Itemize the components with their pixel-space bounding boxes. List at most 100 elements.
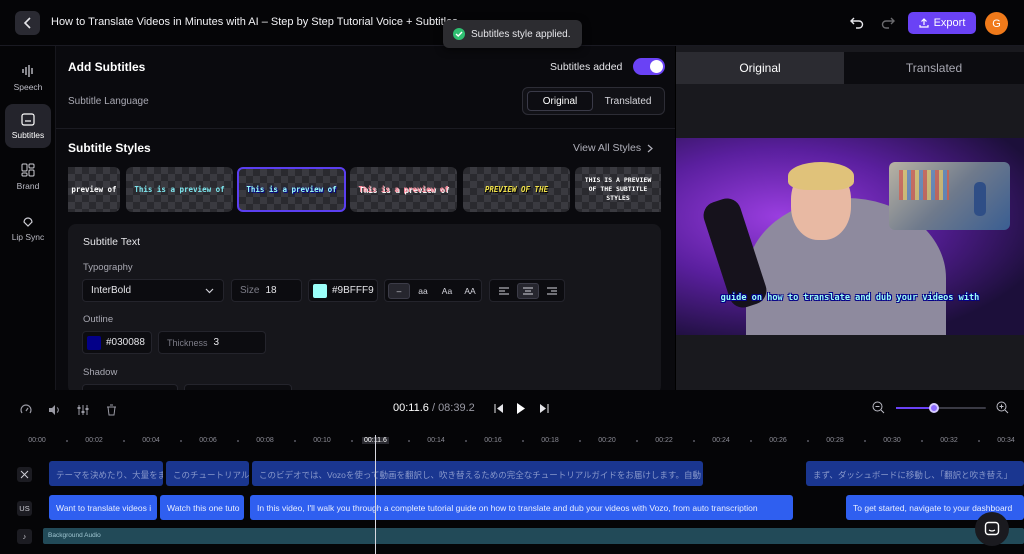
outline-color-input[interactable]: #030088 [82, 331, 152, 354]
rail-item-speech[interactable]: Speech [5, 56, 51, 100]
ruler-minor-tick [407, 440, 410, 442]
case-upper-button[interactable]: AA [459, 283, 481, 299]
lip-sync-icon [23, 217, 33, 227]
align-right-button[interactable] [541, 283, 563, 299]
text-color-swatch[interactable] [313, 283, 327, 298]
back-button[interactable] [15, 11, 40, 35]
ruler-minor-tick [293, 440, 296, 442]
total-time: 08:39.2 [438, 402, 475, 414]
speed-icon[interactable] [20, 404, 32, 416]
chevron-left-icon [23, 17, 31, 29]
outline-thickness-input[interactable]: Thickness 3 [158, 331, 266, 354]
style-card-2[interactable]: This is a preview of [126, 167, 233, 212]
font-size-input[interactable]: Size 18 [231, 279, 302, 302]
playhead[interactable] [375, 435, 376, 554]
jp-subtitle-clip-3[interactable]: このビデオでは、Vozoを使って動画を翻訳し、吹き替えるための完全なチュートリア… [252, 461, 703, 486]
size-value: 18 [265, 285, 277, 296]
zoom-slider-handle[interactable] [928, 403, 939, 413]
subtitle-language-segmented: Original Translated [522, 87, 665, 115]
outline-color-swatch[interactable] [87, 335, 101, 350]
zoom-in-icon[interactable] [996, 401, 1009, 414]
case-none-button[interactable]: – [388, 283, 410, 299]
size-label: Size [240, 285, 260, 296]
align-left-button[interactable] [493, 283, 515, 299]
lang-translated-button[interactable]: Translated [595, 91, 661, 111]
undo-icon[interactable] [849, 14, 865, 30]
en-subtitle-clip-2[interactable]: Watch this one tuto [160, 495, 244, 520]
view-all-styles-link[interactable]: View All Styles [573, 142, 654, 154]
rail-label-speech: Speech [13, 82, 43, 92]
align-center-button[interactable] [517, 283, 539, 299]
tab-translated[interactable]: Translated [844, 52, 1024, 84]
style-card-4-text: This is a preview of [358, 185, 449, 194]
picture-in-picture [889, 162, 1010, 230]
lang-original-button[interactable]: Original [527, 91, 593, 111]
volume-icon[interactable] [48, 404, 61, 416]
subtitle-styles-title: Subtitle Styles [68, 141, 151, 155]
ruler-minor-tick [521, 440, 524, 442]
ruler-minor-tick [464, 440, 467, 442]
zoom-out-icon[interactable] [872, 401, 885, 414]
mixer-icon[interactable] [77, 404, 89, 416]
zoom-slider[interactable] [896, 403, 986, 413]
ruler-tick-label: 00:04 [142, 437, 160, 444]
play-icon[interactable] [516, 403, 526, 414]
outline-label: Outline [83, 314, 114, 325]
ruler-minor-tick [635, 440, 638, 442]
project-title: How to Translate Videos in Minutes with … [51, 16, 458, 28]
jp-subtitle-clip-1[interactable]: テーマを決めたり、大量をま [49, 461, 163, 486]
ruler-minor-tick [578, 440, 581, 442]
style-card-4[interactable]: This is a preview of [350, 167, 457, 212]
trash-icon[interactable] [106, 404, 117, 416]
divider [56, 128, 675, 129]
font-family-select[interactable]: InterBold [82, 279, 224, 302]
ruler-tick-label: 00:34 [997, 437, 1015, 444]
en-subtitle-clip-3[interactable]: In this video, I'll walk you through a c… [250, 495, 793, 520]
case-lower-button[interactable]: aa [412, 283, 434, 299]
subtitle-text-section: Subtitle Text Typography InterBold Size … [68, 224, 661, 390]
export-button[interactable]: Export [908, 12, 976, 34]
redo-icon[interactable] [880, 14, 896, 30]
ruler-minor-tick [350, 440, 353, 442]
ruler-minor-tick [806, 440, 809, 442]
style-card-5[interactable]: PREVIEW OF THE [463, 167, 570, 212]
thickness-label: Thickness [167, 337, 208, 348]
jp-subtitle-clip-4[interactable]: まず、ダッシュボードに移動し、「翻訳と吹き替え」 [806, 461, 1024, 486]
style-card-6-text: THIS IS A PREVIEW OF THE SUBTITLE STYLES [584, 176, 652, 202]
add-subtitles-title: Add Subtitles [68, 60, 146, 74]
style-card-3-selected[interactable]: This is a preview of [237, 167, 346, 212]
ruler-minor-tick [977, 440, 980, 442]
rail-label-lip-sync: Lip Sync [11, 232, 45, 242]
text-align-group [489, 279, 565, 302]
chat-support-button[interactable] [975, 512, 1009, 546]
video-preview[interactable]: guide on how to translate and dub your v… [676, 138, 1024, 335]
ruler-tick-label: 00:18 [541, 437, 559, 444]
ruler-minor-tick [749, 440, 752, 442]
text-case-group: – aa Aa AA [384, 279, 482, 302]
track-jp-icon [17, 467, 32, 482]
style-card-1[interactable]: preview of [68, 167, 120, 212]
subtitles-added-toggle[interactable] [633, 58, 665, 75]
tab-original[interactable]: Original [676, 52, 844, 84]
background-audio-clip[interactable]: Background Audio [43, 528, 1024, 544]
rail-label-subtitles: Subtitles [11, 129, 45, 140]
subtitles-added-label: Subtitles added [550, 61, 623, 73]
style-card-6[interactable]: THIS IS A PREVIEW OF THE SUBTITLE STYLES [575, 167, 661, 212]
rail-item-subtitles[interactable]: Subtitles [5, 104, 51, 148]
ruler-tick-label: 00:14 [427, 437, 445, 444]
ruler-minor-tick [236, 440, 239, 442]
en-subtitle-clip-1[interactable]: Want to translate videos i [49, 495, 157, 520]
rail-item-brand[interactable]: Brand [5, 155, 51, 199]
text-color-input[interactable]: #9BFFF9 [308, 279, 378, 302]
rail-item-lip-sync[interactable]: Lip Sync [5, 206, 51, 250]
jp-subtitle-clip-2[interactable]: このチュートリアル [166, 461, 249, 486]
case-title-button[interactable]: Aa [436, 283, 458, 299]
ruler-minor-tick [65, 440, 68, 442]
user-avatar[interactable]: G [985, 12, 1008, 35]
export-label: Export [933, 17, 966, 29]
skip-forward-icon[interactable] [539, 404, 549, 413]
style-card-2-text: This is a preview of [134, 185, 225, 194]
subtitles-icon [21, 112, 35, 126]
translate-icon [20, 470, 29, 479]
skip-back-icon[interactable] [494, 404, 504, 413]
